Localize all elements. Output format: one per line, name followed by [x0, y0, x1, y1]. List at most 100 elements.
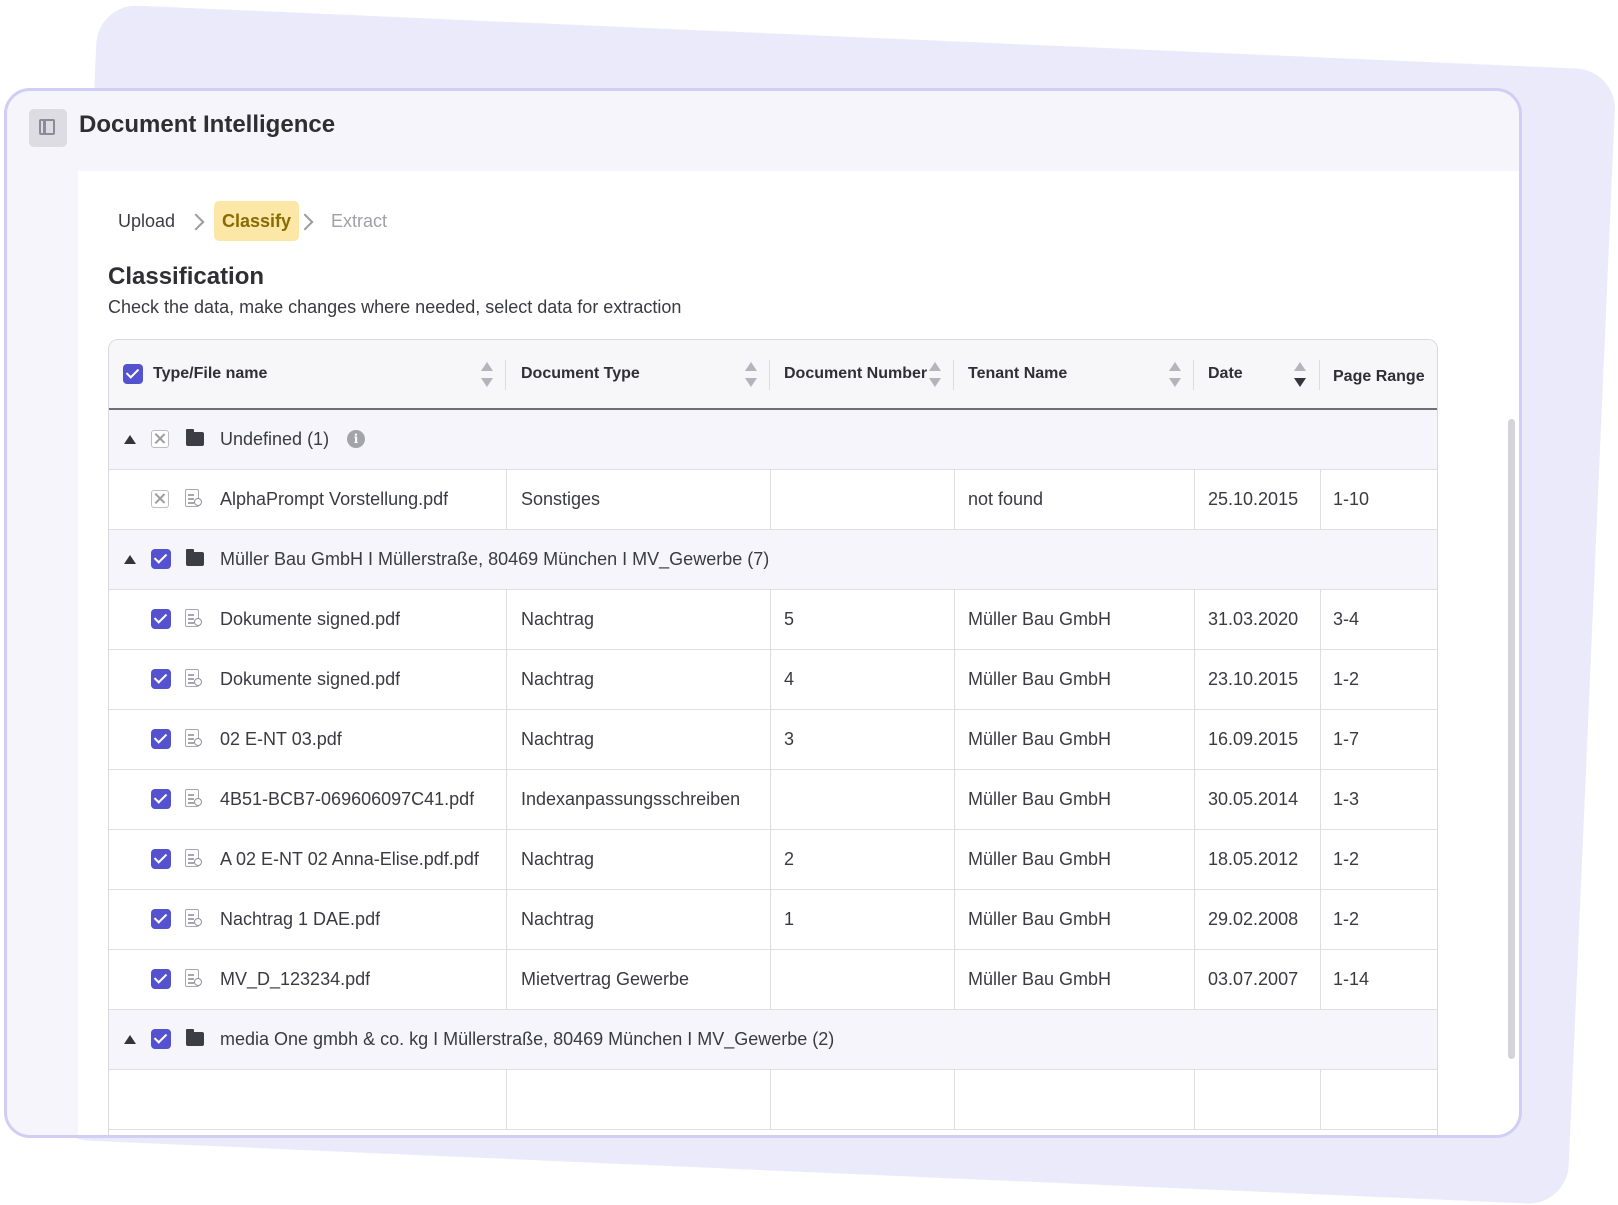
document-preview-icon[interactable]: [185, 789, 202, 807]
cell-page-range[interactable]: 1-10: [1333, 470, 1369, 529]
column-header-date[interactable]: Date: [1208, 340, 1243, 408]
cell-document-type[interactable]: Mietvertrag Gewerbe: [521, 950, 689, 1009]
cell-page-range[interactable]: 1-3: [1333, 770, 1359, 829]
table-row[interactable]: Dokumente signed.pdf Nachtrag 4 Müller Bau …: [109, 650, 1437, 710]
cell-document-number[interactable]: 2: [784, 830, 794, 889]
table-scrollbar[interactable]: [1508, 419, 1515, 1059]
cell-page-range[interactable]: 1-2: [1333, 650, 1359, 709]
table-row[interactable]: MV_D_123234.pdf Mietvertrag Gewerbe Müller…: [109, 950, 1437, 1010]
table-row[interactable]: [109, 1070, 1437, 1130]
cell-page-range[interactable]: 1-7: [1333, 710, 1359, 769]
column-header-tenant-name[interactable]: Tenant Name: [968, 340, 1067, 408]
cell-tenant-name[interactable]: Müller Bau GmbH: [968, 710, 1111, 769]
cell-file-name: MV_D_123234.pdf: [220, 969, 371, 989]
cell-tenant-name[interactable]: Müller Bau GmbH: [968, 830, 1111, 889]
cell-document-type[interactable]: Nachtrag: [521, 590, 594, 649]
cell-tenant-name[interactable]: Müller Bau GmbH: [968, 590, 1111, 649]
table-row[interactable]: 02 E-NT 03.pdf Nachtrag 3 Müller Bau GmbH 16…: [109, 710, 1437, 770]
cell-date[interactable]: 25.10.2015: [1208, 470, 1298, 529]
column-header-page-range[interactable]: Page Range: [1333, 343, 1425, 411]
sort-icon[interactable]: [1169, 362, 1181, 388]
column-header-file[interactable]: Type/File name: [153, 340, 267, 408]
cell-document-type[interactable]: Sonstiges: [521, 470, 600, 529]
row-checkbox[interactable]: [151, 789, 171, 809]
cell-date[interactable]: 31.03.2020: [1208, 590, 1298, 649]
cell-page-range[interactable]: 1-14: [1333, 950, 1369, 1009]
document-preview-icon[interactable]: [185, 489, 202, 507]
row-checkbox[interactable]: [151, 609, 171, 629]
sort-icon[interactable]: [481, 362, 493, 388]
document-preview-icon[interactable]: [185, 669, 202, 687]
cell-document-number[interactable]: 1: [784, 890, 794, 949]
row-checkbox[interactable]: [151, 729, 171, 749]
group-checkbox[interactable]: [151, 1029, 171, 1049]
document-preview-icon[interactable]: [185, 909, 202, 927]
select-all-checkbox[interactable]: [123, 364, 143, 384]
group-row[interactable]: Müller Bau GmbH I Müllerstraße, 80469 Mü…: [109, 530, 1437, 590]
cell-tenant-name[interactable]: Müller Bau GmbH: [968, 770, 1111, 829]
cell-date[interactable]: 18.05.2012: [1208, 830, 1298, 889]
step-extract[interactable]: Extract: [323, 201, 395, 241]
cell-tenant-name[interactable]: Müller Bau GmbH: [968, 890, 1111, 949]
table-row[interactable]: 4B51-BCB7-069606097C41.pdf Indexanpassung…: [109, 770, 1437, 830]
column-header-document-type[interactable]: Document Type: [521, 340, 640, 408]
sidebar-toggle-icon[interactable]: [29, 109, 67, 147]
cell-date[interactable]: 03.07.2007: [1208, 950, 1298, 1009]
titlebar: Document Intelligence: [7, 91, 1519, 171]
row-checkbox[interactable]: [151, 969, 171, 989]
cell-tenant-name[interactable]: not found: [968, 470, 1043, 529]
cell-document-number[interactable]: 5: [784, 590, 794, 649]
sort-desc-icon[interactable]: [1294, 362, 1306, 388]
sort-icon[interactable]: [745, 362, 757, 388]
cell-document-type[interactable]: Indexanpassungsschreiben: [521, 770, 740, 829]
cell-document-type[interactable]: Nachtrag: [521, 710, 594, 769]
cell-page-range[interactable]: 3-4: [1333, 590, 1359, 649]
cell-document-type[interactable]: Nachtrag: [521, 890, 594, 949]
classification-table: Type/File name Document Type Document Nu…: [108, 339, 1438, 1135]
cell-file-name: Nachtrag 1 DAE.pdf: [220, 909, 381, 929]
table-row[interactable]: Nachtrag 1 DAE.pdf Nachtrag 1 Müller Bau Gm…: [109, 890, 1437, 950]
cell-document-type[interactable]: Nachtrag: [521, 650, 594, 709]
folder-icon: [186, 549, 204, 566]
cell-file-name: Dokumente signed.pdf: [220, 669, 401, 689]
cell-tenant-name[interactable]: Müller Bau GmbH: [968, 650, 1111, 709]
cell-document-number[interactable]: 4: [784, 650, 794, 709]
row-checkbox[interactable]: [151, 669, 171, 689]
column-header-document-number[interactable]: Document Number: [784, 340, 927, 408]
group-checkbox[interactable]: [151, 549, 171, 569]
group-row[interactable]: Undefined (1) i: [109, 410, 1437, 470]
collapse-caret-icon[interactable]: [124, 555, 136, 564]
document-preview-icon[interactable]: [185, 729, 202, 747]
cell-file-name: 4B51-BCB7-069606097C41.pdf: [220, 789, 475, 809]
cell-document-type[interactable]: Nachtrag: [521, 830, 594, 889]
cell-document-number[interactable]: 3: [784, 710, 794, 769]
document-preview-icon[interactable]: [185, 609, 202, 627]
chevron-right-icon: [187, 213, 205, 231]
cell-page-range[interactable]: 1-2: [1333, 890, 1359, 949]
row-checkbox-excluded[interactable]: [151, 490, 169, 508]
row-checkbox[interactable]: [151, 909, 171, 929]
step-classify[interactable]: Classify: [214, 201, 300, 241]
cell-page-range[interactable]: 1-2: [1333, 830, 1359, 889]
step-upload[interactable]: Upload: [110, 201, 183, 241]
row-checkbox[interactable]: [151, 849, 171, 869]
group-label: Müller Bau GmbH I Müllerstraße, 80469 Mü…: [220, 549, 770, 569]
document-preview-icon[interactable]: [185, 849, 202, 867]
sort-icon[interactable]: [929, 362, 941, 388]
cell-date[interactable]: 16.09.2015: [1208, 710, 1298, 769]
cell-file-name: AlphaPrompt Vorstellung.pdf: [220, 489, 449, 509]
table-row[interactable]: Dokumente signed.pdf Nachtrag 5 Müller Bau …: [109, 590, 1437, 650]
cell-tenant-name[interactable]: Müller Bau GmbH: [968, 950, 1111, 1009]
cell-file-name: Dokumente signed.pdf: [220, 609, 401, 629]
table-row[interactable]: A 02 E-NT 02 Anna-Elise.pdf.pdf Nachtrag 2…: [109, 830, 1437, 890]
table-row[interactable]: AlphaPrompt Vorstellung.pdf Sonstiges not …: [109, 470, 1437, 530]
group-checkbox-excluded[interactable]: [151, 430, 169, 448]
collapse-caret-icon[interactable]: [124, 1035, 136, 1044]
cell-date[interactable]: 30.05.2014: [1208, 770, 1298, 829]
info-icon[interactable]: i: [347, 430, 365, 448]
cell-date[interactable]: 29.02.2008: [1208, 890, 1298, 949]
collapse-caret-icon[interactable]: [124, 435, 136, 444]
cell-date[interactable]: 23.10.2015: [1208, 650, 1298, 709]
group-row[interactable]: media One gmbh & co. kg I Müllerstraße, …: [109, 1010, 1437, 1070]
document-preview-icon[interactable]: [185, 969, 202, 987]
